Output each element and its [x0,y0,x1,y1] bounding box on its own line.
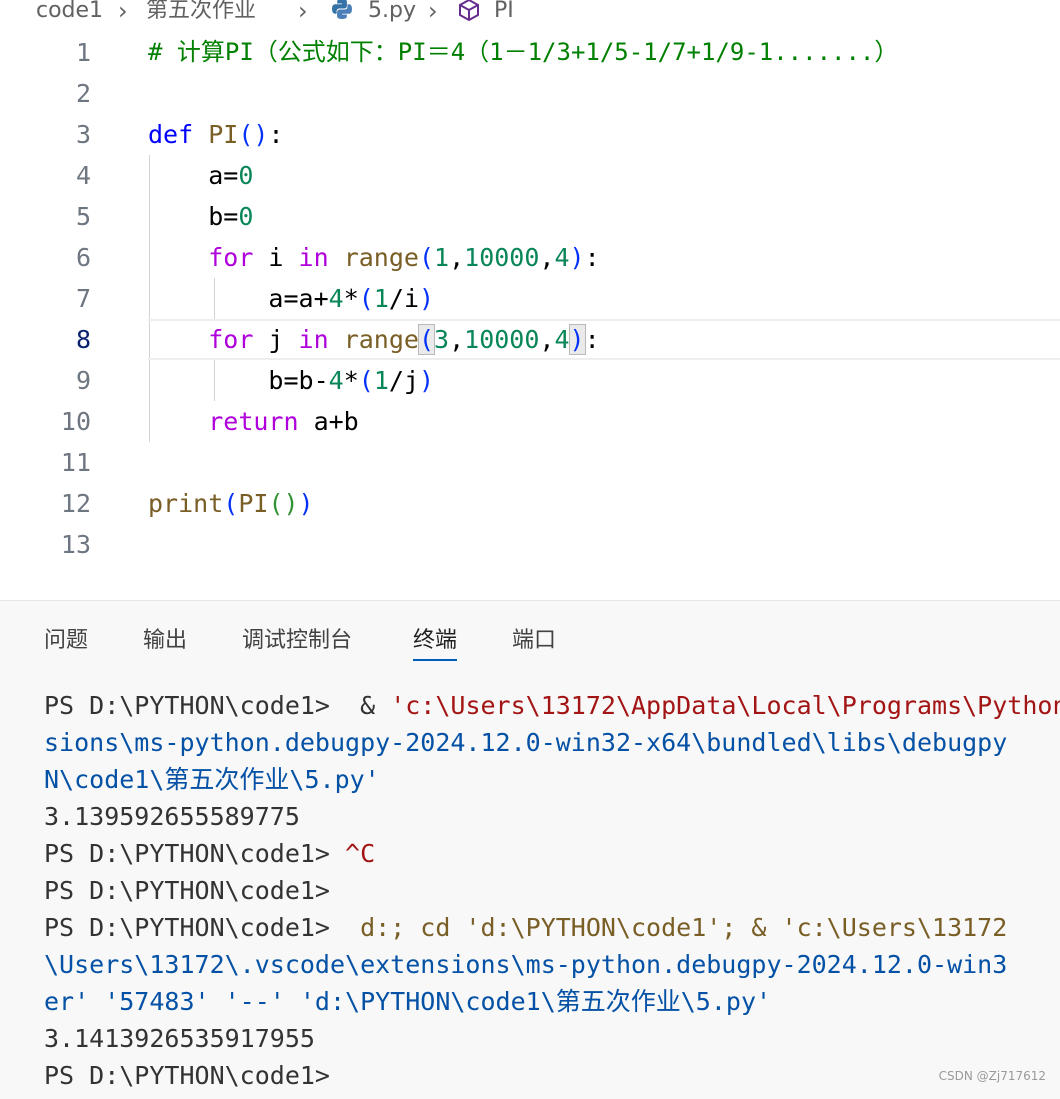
terminal-line: \Users\13172\.vscode\extensions\ms-pytho… [44,950,1008,979]
def-keyword: def [148,120,194,149]
line-number-active: 8 [75,325,91,354]
watermark: CSDN @Zj717612 [938,1069,1046,1083]
python-file-icon [330,0,354,28]
code-line-for-i: for i in range(1,10000,4): [208,243,600,272]
line-number: 6 [75,243,91,272]
code-line-b-update: b=b-4*(1/j) [268,366,435,395]
line-number: 12 [60,489,91,518]
terminal-line: 3.1413926535917955 [44,1024,315,1053]
breadcrumb-folder[interactable]: 第五次作业 [146,0,256,28]
code-editor[interactable]: 1 2 3 4 5 6 7 8 9 10 11 12 13 # 计算PI（公式如… [0,30,1060,600]
code-line-return: return a+b [208,407,359,436]
terminal-line: sions\ms-python.debugpy-2024.12.0-win32-… [44,728,1008,757]
code-line-def: def PI(): [148,120,284,149]
terminal-line: PS D:\PYTHON\code1> [44,1061,330,1090]
bottom-panel: 问题 输出 调试控制台 终端 端口 PS D:\PYTHON\code1> & … [0,600,1060,1099]
chevron-right-icon: › [298,0,308,25]
tab-terminal[interactable]: 终端 [413,623,458,661]
cube-symbol-icon [456,0,482,28]
breadcrumb-symbol[interactable]: PI [494,0,514,28]
tab-output[interactable]: 输出 [143,623,187,659]
function-name: PI [208,120,239,149]
terminal-line: PS D:\PYTHON\code1> [44,876,330,905]
line-number: 5 [75,202,91,231]
line-number: 11 [60,448,91,477]
breadcrumb-file[interactable]: 5.py [368,0,416,28]
terminal-line: PS D:\PYTHON\code1> ^C [44,839,376,868]
tab-ports[interactable]: 端口 [512,623,556,659]
breadcrumb-root[interactable]: code1 [36,0,103,28]
terminal-line: er' '57483' '--' 'd:\PYTHON\code1\第五次作业\… [44,987,772,1016]
chevron-right-icon: › [118,0,128,25]
terminal-line: N\code1\第五次作业\5.py' [44,765,380,794]
terminal-output[interactable]: PS D:\PYTHON\code1> & 'c:\Users\13172\Ap… [44,687,1060,1094]
line-number: 9 [75,366,91,395]
terminal-line: PS D:\PYTHON\code1> d:; cd 'd:\PYTHON\co… [44,913,1008,942]
code-line-for-j: for j in range(3,10000,4): [208,324,600,355]
line-number: 3 [75,120,91,149]
code-comment: # 计算PI（公式如下：PI＝4（1－1/3+1/5-1/7+1/9-1....… [148,38,899,66]
code-line-a-init: a=0 [208,161,254,190]
line-number: 1 [75,38,91,67]
line-number: 10 [60,407,91,436]
line-number: 13 [60,530,91,559]
tab-debug-console[interactable]: 调试控制台 [242,623,352,659]
breadcrumb: code1 › 第五次作业 › 5.py › PI [0,0,1060,28]
line-number: 7 [75,284,91,313]
code-line-a-update: a=a+4*(1/i) [268,284,435,313]
code-line-print: print(PI()) [148,489,314,518]
code-line-b-init: b=0 [208,202,254,231]
tab-problems[interactable]: 问题 [44,623,88,659]
line-number: 4 [75,161,91,190]
terminal-line: 3.139592655589775 [44,802,300,831]
chevron-right-icon: › [428,0,438,25]
terminal-line: PS D:\PYTHON\code1> & 'c:\Users\13172\Ap… [44,691,1060,720]
line-number: 2 [75,79,91,108]
